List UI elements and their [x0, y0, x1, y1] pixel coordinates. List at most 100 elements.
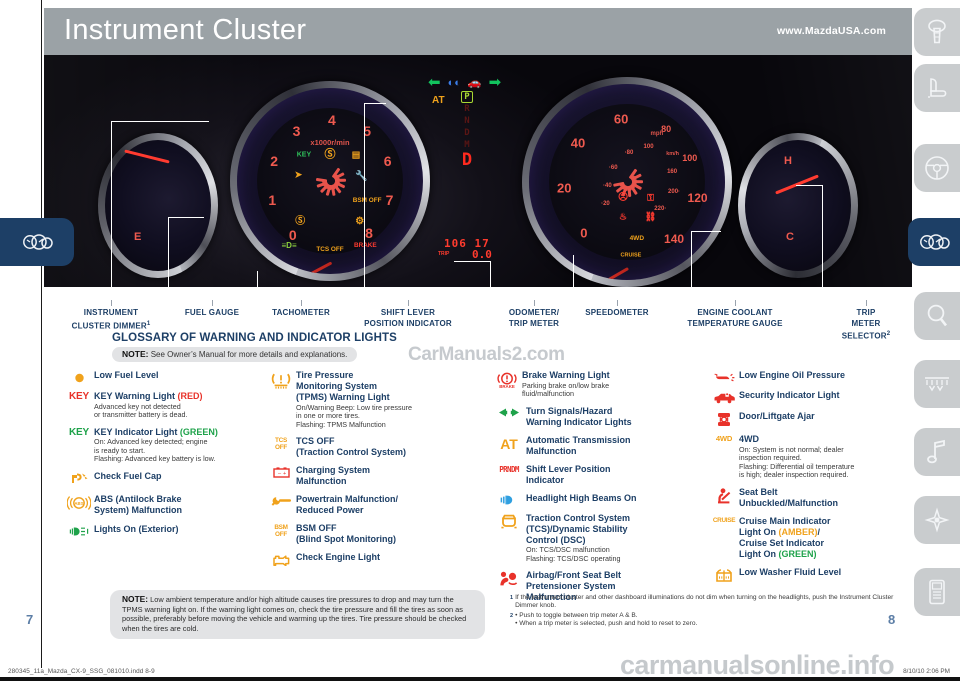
page-spine [41, 0, 43, 668]
callout-engine-coolant-temperature-gauge: ENGINE COOLANT TEMPERATURE GAUGE [687, 308, 783, 328]
footnote-marker: 1 [510, 595, 514, 601]
entry-title: Door/Liftgate Ajar [739, 411, 815, 421]
section-tabs-sidebar[interactable] [908, 0, 960, 686]
fuel-gauge-empty-label: E [134, 231, 142, 243]
glossary-entry: Low Washer Fluid Level [709, 567, 909, 583]
speedo-4wd-icon: 4WD [629, 234, 645, 242]
sidebar-item-climate[interactable] [914, 360, 960, 408]
sidebar-item-search[interactable] [914, 292, 960, 340]
entry-title: Charging System Malfunction [296, 465, 371, 487]
tach-unit-label: x1000r/min [310, 138, 350, 148]
bottom-note-label: NOTE: [122, 594, 149, 604]
shift-lever-position-icon: PRNDM [499, 464, 519, 474]
gear-selected: D [461, 150, 473, 170]
seat-belt-icon [709, 487, 739, 509]
gear-d: D [464, 128, 470, 138]
entry-title: Check Fuel Cap [94, 470, 162, 481]
trip-label: TRIP [438, 251, 450, 257]
svg-text:–: – [278, 471, 282, 477]
high-beam-indicator-icon: ◐◐ [447, 76, 461, 89]
speedo-kmh-100: 100 [643, 143, 654, 150]
check-engine-icon [266, 552, 296, 567]
tach-brake-circle-icon: Ⓢ [324, 148, 336, 161]
security-indicator-icon [709, 390, 739, 404]
sidebar-item-seat[interactable] [914, 64, 960, 112]
entry-title: Check Engine Light [296, 552, 381, 563]
footnote-2: 2 • Push to toggle between trip meter A … [510, 612, 910, 629]
key-indicator-icon: KEY [69, 426, 89, 438]
tach-num-3: 3 [292, 122, 301, 139]
sidebar-item-audio[interactable] [914, 428, 960, 476]
glossary-entry: Check Fuel Cap [64, 471, 254, 487]
entry-suffix: (RED) [177, 391, 203, 401]
entry-title: ABS (Antilock Brake System) Malfunction [94, 493, 183, 515]
speedo-mph-label: mph [650, 131, 664, 138]
shift-lever-position-indicator: P R N D M D [456, 91, 478, 169]
bottom-note-text: Low ambient temperature and/or high alti… [122, 595, 467, 633]
speedo-security-icon: ⚿ [647, 192, 654, 203]
callout-tachometer: TACHOMETER [272, 308, 330, 317]
speedo-airbag-icon: ☹ [617, 191, 629, 203]
entry-title: Traction Control System (TCS)/Dynamic St… [526, 512, 631, 545]
at-icon: AT [500, 435, 518, 452]
entry-title: BSM OFF (Blind Spot Monitoring) [296, 523, 396, 545]
svg-text:BRAKE: BRAKE [499, 384, 515, 389]
tach-num-7: 7 [385, 191, 394, 208]
header-url: www.MazdaUSA.com [777, 25, 886, 37]
speedo-kmh-80: ·80 [624, 149, 634, 156]
turn-signal-icon [492, 406, 526, 428]
glossary-entry: Headlight High Beams On [492, 493, 707, 506]
tach-fuel-cap-icon: ➤ [294, 169, 303, 180]
music-note-icon [927, 439, 945, 464]
glossary-entry: Security Indicator Light [709, 390, 909, 404]
callout-odometer-trip-meter: ODOMETER/ TRIP METER [508, 308, 560, 328]
glossary-entry: Turn Signals/Hazard Warning Indicator Li… [492, 406, 707, 428]
callout-fuel-gauge: FUEL GAUGE [184, 308, 240, 317]
lights-on-exterior-icon [64, 524, 94, 538]
speedo-num-20: 20 [557, 180, 572, 196]
glossary-entry: 4WD 4WD On: System is not normal; dealer… [709, 434, 909, 480]
bsm-off-icon: BSM OFF [274, 524, 288, 539]
sidebar-item-phone[interactable] [914, 568, 960, 616]
charging-system-icon: – + [266, 465, 296, 487]
entry-title: Automatic Transmission Malfunction [526, 434, 631, 456]
glossary-note-label: NOTE: [122, 349, 149, 359]
steering-wheel-icon [925, 156, 949, 180]
speedo-kmh-label: km/h [666, 150, 680, 157]
speedo-num-120: 120 [687, 190, 708, 205]
entry-desc: Parking brake on/low brake fluid/malfunc… [522, 380, 610, 399]
page-root: Instrument Cluster www.MazdaUSA.com E 0 … [0, 0, 960, 686]
entry-title: Low Engine Oil Pressure [739, 370, 846, 380]
callout-sup: 1 [146, 320, 151, 327]
speedo-num-100: 100 [682, 153, 698, 164]
tach-battery-icon: ▤ [351, 149, 361, 160]
speedo-num-40: 40 [570, 135, 586, 151]
glossary-entry: AT Automatic Transmission Malfunction [492, 435, 707, 457]
entry-desc: On: TCS/DSC malfunction Flashing: TCS/DS… [526, 545, 621, 563]
callout-shift-lever-position-indicator: SHIFT LEVER POSITION INDICATOR [364, 308, 452, 328]
glossary-entry: KEY KEY Warning Light (RED) Advanced key… [64, 391, 254, 420]
entry-desc: Advanced key not detected or transmitter… [94, 401, 188, 420]
page-header: Instrument Cluster www.MazdaUSA.com [44, 8, 912, 55]
sidebar-item-key-fob[interactable] [914, 8, 960, 56]
glossary-entry: Low Engine Oil Pressure [709, 370, 909, 383]
footnote-1: 1 If the instrument cluster and other da… [510, 594, 910, 611]
tachometer: 0 1 2 3 4 5 6 7 8 x1000r/min KEY Ⓢ ▤ ➤ 🔧… [230, 81, 430, 281]
sidebar-item-navigation[interactable] [914, 496, 960, 544]
glossary-entry: – + Charging System Malfunction [266, 465, 466, 487]
fuel-gauge: E [98, 133, 218, 278]
left-instrument-cluster-tab[interactable] [0, 218, 74, 266]
entry-suffix-2: (GREEN) [778, 548, 817, 559]
tach-wrench-icon: 🔧 [355, 171, 368, 183]
glossary-entry: BSM OFF BSM OFF (Blind Spot Monitoring) [266, 523, 466, 545]
sidebar-item-steering-wheel[interactable] [914, 144, 960, 192]
tach-bsm-off-icon: BSM OFF [352, 197, 382, 205]
sidebar-item-instrument-cluster[interactable] [908, 218, 960, 266]
engine-coolant-temp-gauge: H C [738, 133, 858, 278]
glossary-title: GLOSSARY OF WARNING AND INDICATOR LIGHTS [112, 332, 397, 344]
at-indicator-label: AT [432, 95, 445, 106]
key-fob-icon [928, 19, 946, 44]
footnote-text: If the instrument cluster and other dash… [515, 594, 894, 610]
footer-rule [0, 677, 960, 681]
page-title: Instrument Cluster [64, 14, 307, 46]
